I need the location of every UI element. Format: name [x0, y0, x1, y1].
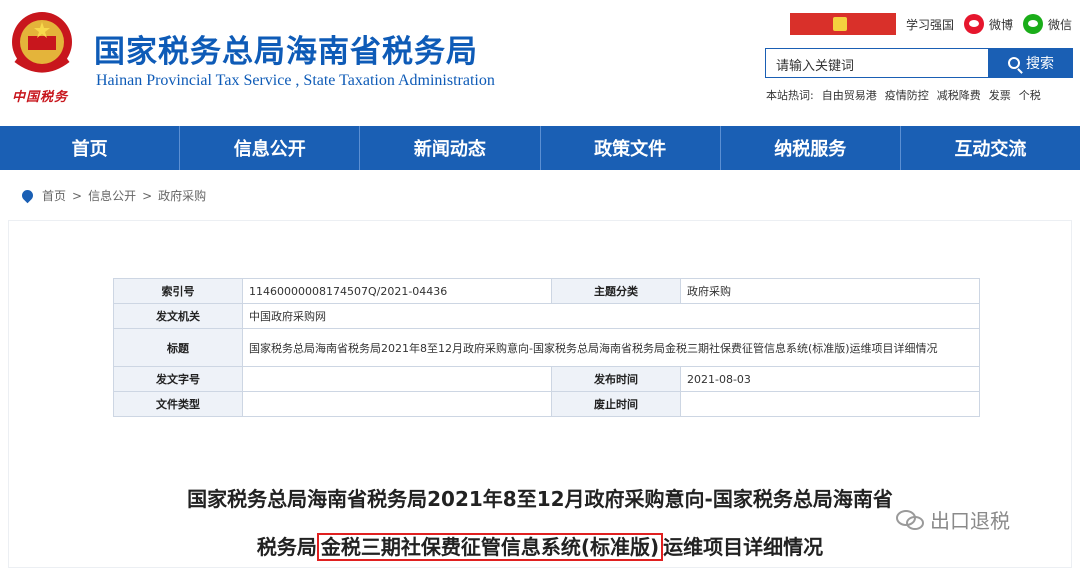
- wechat-watermark: 出口退税: [896, 505, 1010, 534]
- hot-word-link[interactable]: 减税降费: [937, 87, 981, 103]
- hot-words: 本站热词: 自由贸易港 疫情防控 减税降费 发票 个税: [766, 87, 1041, 103]
- breadcrumb: 首页 > 信息公开 > 政府采购: [19, 187, 206, 204]
- search-input[interactable]: 请输入关键词: [765, 48, 989, 78]
- wechat-label: 微信: [1047, 17, 1072, 32]
- wechat-link[interactable]: 微信: [1022, 14, 1072, 34]
- breadcrumb-info[interactable]: 信息公开: [88, 187, 136, 204]
- document-meta-table: 索引号 11460000008174507Q/2021-04436 主题分类 政…: [113, 278, 980, 417]
- org-value: 中国政府采购网: [242, 303, 980, 329]
- search-icon: [1008, 57, 1020, 69]
- weibo-label: 微博: [988, 17, 1013, 32]
- type-label: 文件类型: [113, 391, 243, 417]
- site-title[interactable]: 国家税务总局海南省税务局: [94, 26, 478, 71]
- nav-item-tax-service[interactable]: 纳税服务: [721, 126, 901, 170]
- nav-item-policy[interactable]: 政策文件: [541, 126, 721, 170]
- table-row: 索引号 11460000008174507Q/2021-04436 主题分类 政…: [113, 278, 980, 304]
- hot-word-link[interactable]: 自由贸易港: [822, 87, 877, 103]
- table-row: 发文字号 发布时间 2021-08-03: [113, 366, 980, 392]
- weibo-link[interactable]: 微博: [963, 14, 1013, 34]
- type-value: [242, 391, 552, 417]
- docno-value: [242, 366, 552, 392]
- breadcrumb-current[interactable]: 政府采购: [158, 187, 206, 204]
- article-title-line1: 国家税务总局海南省税务局2021年8至12月政府采购意向-国家税务总局海南省: [187, 487, 893, 511]
- expire-value: [680, 391, 980, 417]
- site-header: 中国税务 国家税务总局海南省税务局 Hainan Provincial Tax …: [0, 0, 1080, 126]
- title-value: 国家税务总局海南省税务局2021年8至12月政府采购意向-国家税务总局海南省税务…: [242, 328, 980, 367]
- docno-label: 发文字号: [113, 366, 243, 392]
- national-emblem-icon: [12, 12, 72, 73]
- location-pin-icon: [19, 187, 36, 204]
- xuexi-link[interactable]: 学习强国: [906, 16, 954, 33]
- search-button-label: 搜索: [1026, 56, 1054, 72]
- main-nav: 首页 信息公开 新闻动态 政策文件 纳税服务 互动交流: [0, 126, 1080, 170]
- table-row: 发文机关 中国政府采购网: [113, 303, 980, 329]
- title-label: 标题: [113, 328, 243, 367]
- breadcrumb-separator: >: [72, 188, 83, 203]
- xuexi-banner[interactable]: [789, 13, 896, 35]
- site-subtitle: Hainan Provincial Tax Service , State Ta…: [96, 72, 495, 89]
- nav-item-home[interactable]: 首页: [0, 126, 181, 170]
- topic-value: 政府采购: [680, 278, 980, 304]
- breadcrumb-home[interactable]: 首页: [42, 187, 66, 204]
- wechat-icon: [1022, 14, 1043, 34]
- topic-label: 主题分类: [551, 278, 681, 304]
- hot-words-label: 本站热词:: [766, 89, 814, 102]
- date-value: 2021-08-03: [680, 366, 980, 392]
- xuexi-logo-icon: [832, 17, 847, 31]
- expire-label: 废止时间: [551, 391, 681, 417]
- xuexi-label: 学习强国: [905, 17, 954, 32]
- top-links: 学习强国 微博 微信: [789, 12, 1072, 36]
- date-label: 发布时间: [551, 366, 681, 392]
- hot-word-link[interactable]: 发票: [989, 87, 1011, 103]
- article-title-pre: 税务局: [256, 535, 317, 559]
- wechat-watermark-icon: [896, 509, 924, 530]
- index-value: 11460000008174507Q/2021-04436: [242, 278, 552, 304]
- index-label: 索引号: [113, 278, 243, 304]
- org-label: 发文机关: [113, 303, 243, 329]
- hot-word-link[interactable]: 疫情防控: [885, 87, 929, 103]
- article-title: 国家税务总局海南省税务局2021年8至12月政府采购意向-国家税务总局海南省 税…: [60, 475, 1020, 568]
- nav-item-info-disclosure[interactable]: 信息公开: [180, 126, 361, 170]
- emblem-caption: 中国税务: [12, 90, 69, 105]
- table-row: 文件类型 废止时间: [113, 391, 980, 417]
- search-button[interactable]: 搜索: [989, 48, 1073, 78]
- article-title-post: 运维项目详细情况: [663, 535, 824, 559]
- article-title-line2: 税务局 金税三期社保费征管信息系统(标准版) 运维项目详细情况: [60, 523, 1020, 568]
- table-row: 标题 国家税务总局海南省税务局2021年8至12月政府采购意向-国家税务总局海南…: [113, 328, 980, 367]
- nav-item-interaction[interactable]: 互动交流: [901, 126, 1080, 170]
- watermark-text: 出口退税: [930, 509, 1010, 533]
- breadcrumb-separator: >: [142, 188, 153, 203]
- weibo-icon: [963, 14, 984, 34]
- highlighted-system-name: 金税三期社保费征管信息系统(标准版): [316, 533, 664, 561]
- nav-item-news[interactable]: 新闻动态: [360, 126, 541, 170]
- hot-word-link[interactable]: 个税: [1019, 87, 1041, 103]
